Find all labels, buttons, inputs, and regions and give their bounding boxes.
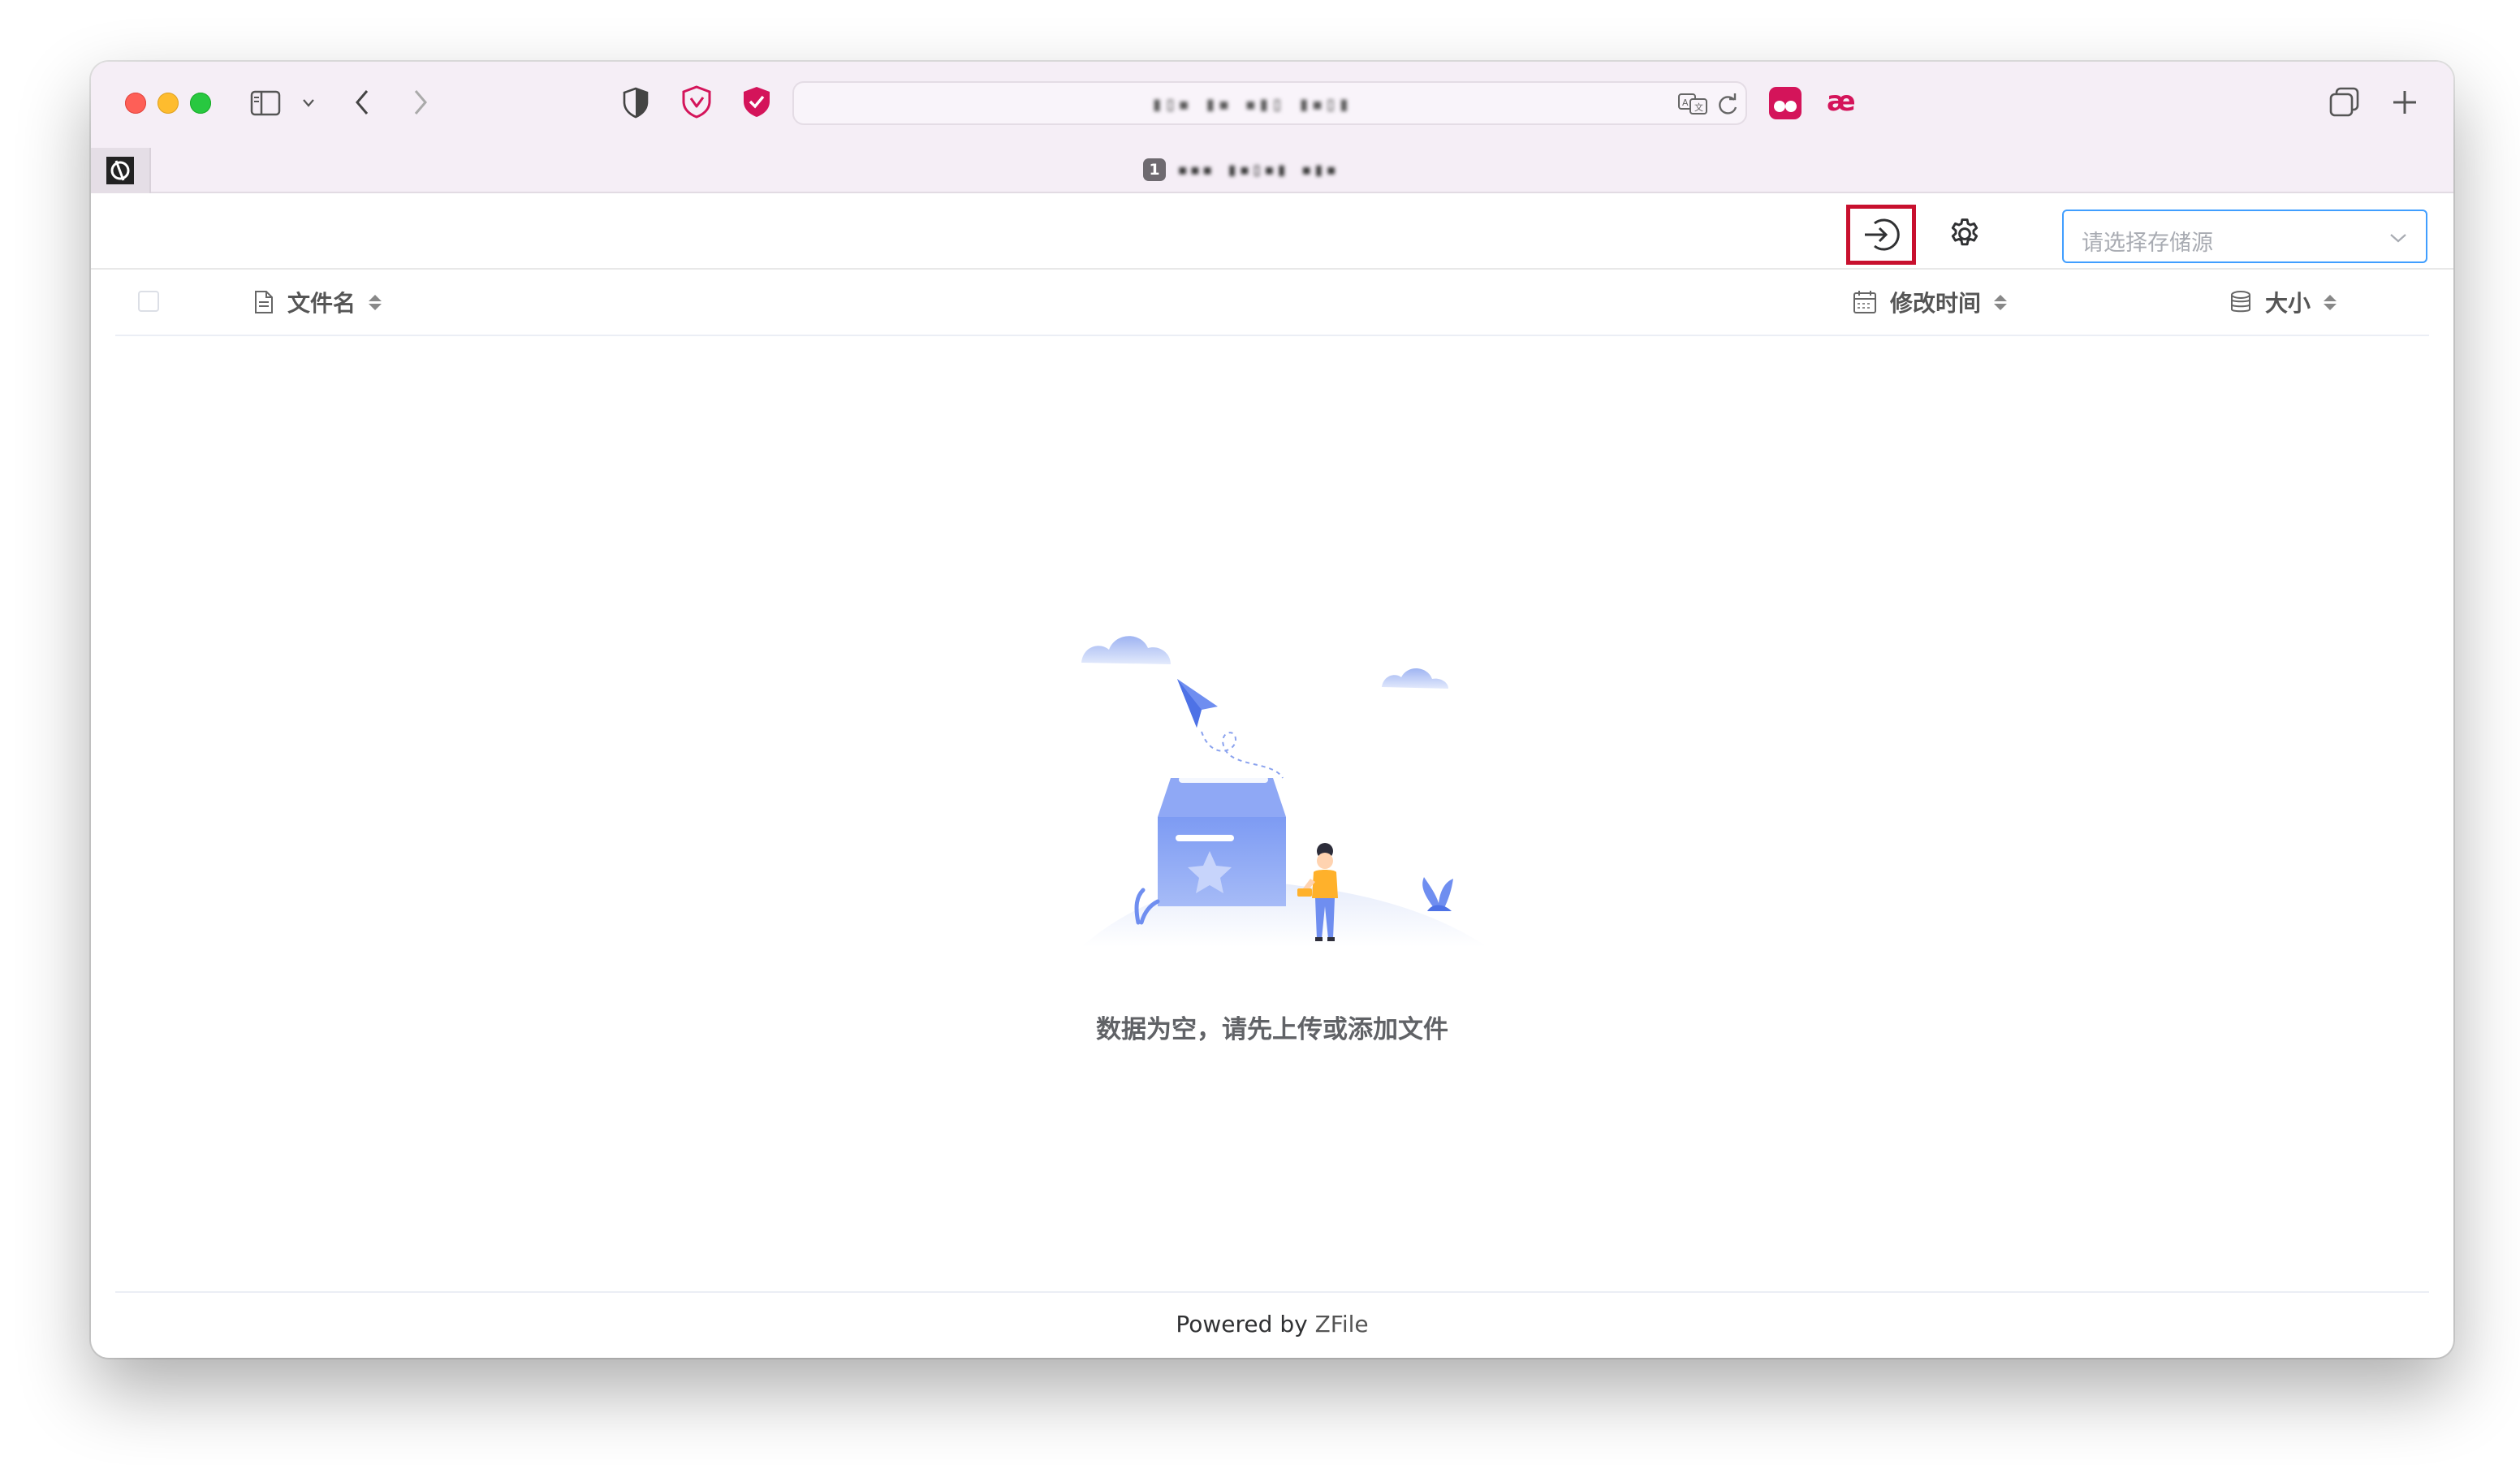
footer-divider	[115, 1291, 2429, 1293]
close-window-button[interactable]	[125, 93, 146, 114]
storage-source-placeholder: 请选择存储源	[2082, 231, 2213, 256]
reload-icon[interactable]	[1716, 93, 1739, 117]
login-button[interactable]	[1846, 205, 1916, 265]
storage-source-select[interactable]: 请选择存储源	[2062, 210, 2427, 263]
active-tab[interactable]: 1 ▪▪▪ ▮▪▯▪▮ ▪▮▪	[1143, 156, 1338, 184]
empty-box-illustration	[1081, 636, 1487, 947]
sort-caret-icon[interactable]	[1994, 294, 2008, 310]
chevron-down-icon	[2390, 234, 2406, 243]
login-icon	[1865, 218, 1900, 251]
tab-overview-icon[interactable]	[2328, 86, 2361, 119]
column-size[interactable]: 大小	[2229, 284, 2337, 320]
empty-state-message: 数据为空，请先上传或添加文件	[1096, 1015, 1448, 1044]
column-modified-time-label: 修改时间	[1890, 290, 1982, 317]
footer-brand-link[interactable]: ZFile	[1315, 1311, 1369, 1338]
column-filename[interactable]: 文件名	[253, 284, 382, 320]
svg-text:A: A	[1682, 97, 1689, 108]
app-toolbar: 请选择存储源	[91, 193, 2453, 270]
extension-shield-icon[interactable]	[680, 84, 713, 119]
tab-title: ▪▪▪ ▮▪▯▪▮ ▪▮▪	[1177, 159, 1339, 180]
settings-button[interactable]	[1942, 211, 1987, 257]
column-size-label: 大小	[2265, 290, 2311, 317]
translate-icon[interactable]: A 文	[1677, 91, 1710, 117]
extension-check-icon[interactable]	[740, 84, 773, 119]
extension-pink-icon[interactable]	[1768, 86, 1802, 120]
svg-text:文: 文	[1694, 102, 1703, 113]
address-bar[interactable]: ▮▯▪ ▮▪ ▪▮▯ ▮▪▯▮ A 文	[792, 81, 1747, 125]
column-modified-time[interactable]: 修改时间	[1853, 284, 2008, 320]
sidebar-toggle-icon[interactable]	[250, 89, 283, 117]
calendar-icon	[1853, 291, 1876, 313]
sort-caret-icon[interactable]	[2324, 294, 2337, 310]
select-all-checkbox[interactable]	[138, 291, 159, 312]
browser-window: ▮▯▪ ▮▪ ▪▮▯ ▮▪▯▮ A 文 æ 1 ▪▪▪ ▮▪▯▪▮ ▪▮▪ 请选…	[91, 62, 2453, 1358]
forward-icon[interactable]	[411, 88, 430, 117]
column-filename-label: 文件名	[287, 290, 356, 317]
pinned-tab-favicon-icon	[106, 157, 134, 184]
minimize-window-button[interactable]	[158, 93, 179, 114]
zoom-window-button[interactable]	[190, 93, 211, 114]
database-icon	[2231, 291, 2250, 313]
tab-index-badge: 1	[1143, 158, 1166, 181]
file-table-header: 文件名 修改时间 大小	[115, 270, 2429, 336]
address-text: ▮▯▪ ▮▪ ▪▮▯ ▮▪▯▮	[1151, 93, 1352, 115]
file-icon	[255, 291, 273, 313]
new-tab-icon[interactable]	[2390, 88, 2419, 117]
footer: Powered by ZFile	[91, 1311, 2453, 1338]
back-icon[interactable]	[352, 88, 372, 117]
gear-icon	[1951, 218, 1978, 246]
sort-caret-icon[interactable]	[369, 294, 382, 310]
chevron-down-icon[interactable]	[302, 97, 315, 109]
privacy-shield-icon[interactable]	[622, 86, 649, 119]
footer-powered-by: Powered by	[1176, 1311, 1308, 1338]
extension-ae-icon[interactable]: æ	[1827, 88, 1864, 117]
pinned-tab[interactable]	[91, 148, 151, 193]
svg-text:æ: æ	[1827, 88, 1856, 117]
